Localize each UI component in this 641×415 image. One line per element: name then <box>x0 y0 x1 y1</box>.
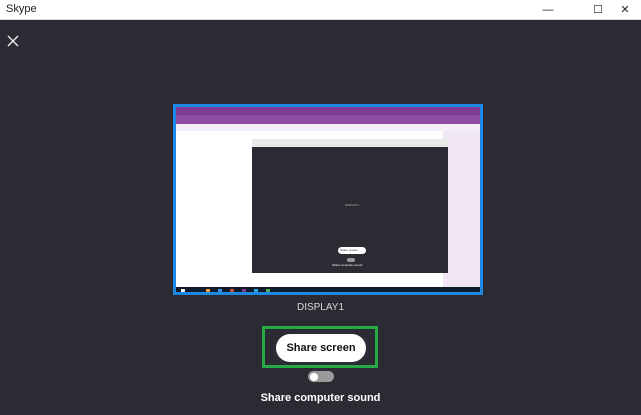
display-name: DISPLAY1 <box>296 302 345 313</box>
share-sound-label: Share computer sound <box>260 392 381 404</box>
preview-onenote-sidepanel <box>443 131 480 287</box>
close-icon[interactable] <box>5 33 21 49</box>
toggle-knob <box>310 372 318 381</box>
preview-edge-icon <box>218 289 222 292</box>
preview-share-label: Share screen <box>340 248 358 252</box>
preview-onenote-icon <box>242 289 246 292</box>
share-screen-button[interactable]: Share screen <box>276 334 366 362</box>
preview-toggle <box>347 258 355 262</box>
preview-explorer-icon <box>206 289 210 292</box>
share-sound-toggle[interactable] <box>308 371 334 382</box>
preview-onenote-menubar <box>176 115 480 124</box>
preview-skype-dialog <box>252 147 448 273</box>
preview-skype-icon <box>254 289 258 292</box>
preview-start-icon <box>181 289 185 292</box>
preview-display-label: DISPLAY1 <box>345 203 360 207</box>
preview-onenote-tabs <box>176 124 480 131</box>
window-title: Skype <box>6 3 37 15</box>
minimize-button[interactable]: — <box>532 0 564 19</box>
preview-onenote-titlebar <box>176 107 480 115</box>
window-titlebar: Skype — ☐ ✕ <box>0 0 641 20</box>
preview-app-icon <box>230 289 234 292</box>
display-preview[interactable]: DISPLAY1 Share screen Share computer sou… <box>173 104 483 295</box>
close-window-button[interactable]: ✕ <box>609 0 641 19</box>
preview-skype-titlebar <box>252 139 448 147</box>
preview-excel-icon <box>266 289 270 292</box>
preview-sound-label: Share computer sound <box>332 263 363 267</box>
